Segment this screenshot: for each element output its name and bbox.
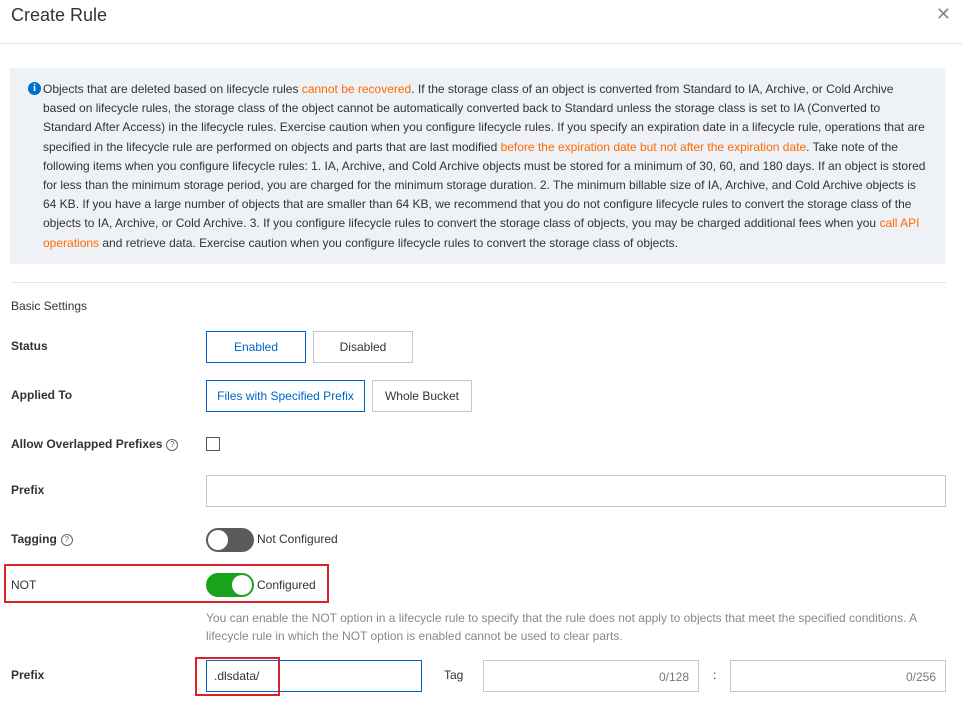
whole-bucket-button[interactable]: Whole Bucket [372, 380, 472, 412]
notice-highlight-2: before the expiration date but not after… [500, 139, 807, 154]
tagging-label: Tagging [11, 532, 57, 546]
notice-highlight-1: cannot be recovered [301, 82, 412, 96]
notice-box: i Objects that are deleted based on life… [10, 68, 945, 264]
allow-overlapped-prefixes-row: Allow Overlapped Prefixes? [11, 437, 179, 451]
question-circle-icon[interactable]: ? [60, 533, 73, 546]
prefix-input[interactable] [206, 475, 946, 507]
status-label: Status [11, 339, 48, 353]
tagging-state: Not Configured [257, 532, 338, 546]
tagging-switch[interactable] [206, 528, 254, 552]
notice-text-4: and retrieve data. Exercise caution when… [99, 235, 679, 250]
notice-text: Objects that are deleted based on lifecy… [43, 80, 928, 253]
section-divider [11, 282, 946, 283]
close-icon[interactable]: ✕ [936, 4, 951, 25]
info-icon: i [28, 82, 41, 95]
tag-key-counter: 0/128 [658, 670, 689, 684]
not-prefix-input[interactable]: .dlsdata/ [206, 660, 422, 692]
not-switch[interactable] [206, 573, 254, 597]
not-prefix-label: Prefix [11, 668, 45, 682]
applied-to-label: Applied To [11, 388, 73, 402]
not-prefix-value: .dlsdata/ [214, 669, 260, 683]
not-hint-text: You can enable the NOT option in a lifec… [206, 611, 917, 643]
dialog-title: Create Rule [11, 5, 108, 25]
switch-knob [208, 530, 228, 550]
switch-knob [232, 575, 252, 595]
status-enabled-button[interactable]: Enabled [206, 331, 306, 363]
tag-value-counter: 0/256 [905, 670, 936, 684]
allow-overlapped-prefixes-label: Allow Overlapped Prefixes [11, 437, 163, 451]
tag-key-input[interactable]: 0/128 [483, 660, 699, 692]
prefix-label: Prefix [11, 483, 45, 497]
status-disabled-button[interactable]: Disabled [313, 331, 413, 363]
not-label: NOT [11, 578, 37, 592]
tagging-row: Tagging? [11, 532, 73, 546]
tag-separator: : [713, 668, 717, 682]
dialog-header: Create Rule ✕ [0, 0, 962, 44]
not-state: Configured [257, 578, 316, 592]
tag-value-input[interactable]: 0/256 [730, 660, 946, 692]
notice-text-1: Objects that are deleted based on lifecy… [43, 82, 302, 96]
tag-label: Tag [444, 668, 464, 682]
allow-overlapped-checkbox[interactable] [206, 437, 220, 451]
question-circle-icon[interactable]: ? [166, 438, 179, 451]
basic-settings-heading: Basic Settings [11, 299, 88, 313]
files-with-prefix-button[interactable]: Files with Specified Prefix [206, 380, 365, 412]
